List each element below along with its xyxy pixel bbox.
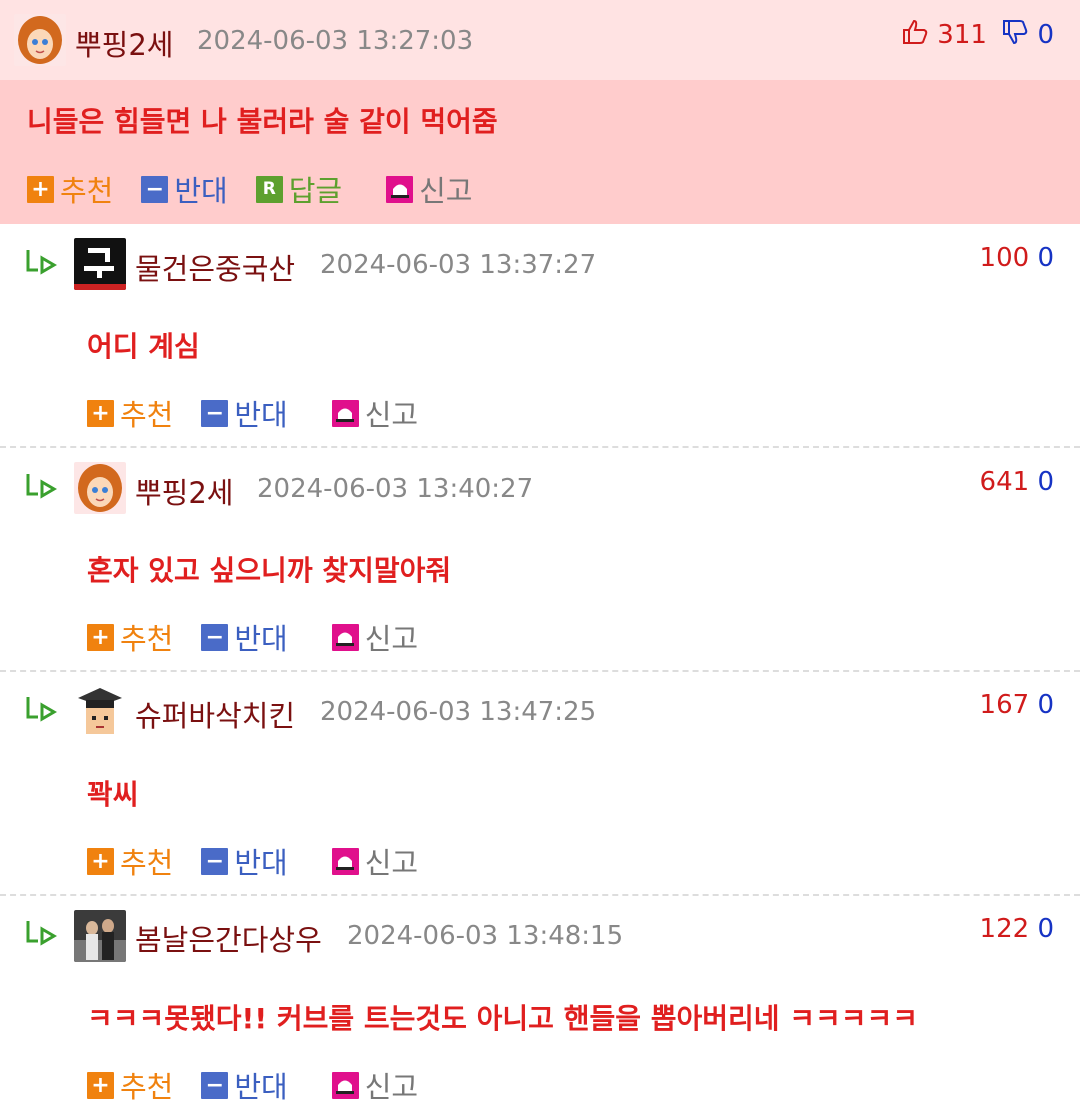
minus-icon: − (141, 175, 169, 203)
report-button[interactable]: 신고 (331, 392, 418, 434)
reply-arrow-icon (24, 248, 60, 280)
comment-text: 어디 계심 (87, 330, 200, 363)
siren-icon (331, 1071, 359, 1099)
comment-text: 꽉씨 (87, 778, 139, 811)
avatar[interactable] (74, 910, 126, 962)
recommend-button[interactable]: + 추천 (87, 616, 173, 658)
comment-date: 2024-06-03 13:47:25 (320, 697, 597, 727)
recommend-button[interactable]: + 추천 (27, 168, 113, 210)
recommend-button[interactable]: + 추천 (87, 392, 173, 434)
comment-date: 2024-06-03 13:37:27 (320, 250, 597, 280)
minus-icon: − (201, 623, 229, 651)
thumbs-up-icon[interactable] (901, 18, 929, 53)
plus-icon: + (87, 847, 114, 875)
comment-list: 뿌핑2세 2024-06-03 13:27:03 311 0 니들은 힘들면 나… (0, 0, 1080, 1117)
nickname[interactable]: 슈퍼바삭치킨 (135, 693, 295, 735)
upvote-count: 122 (979, 914, 1030, 944)
siren-icon (331, 847, 359, 875)
vote-score: 100 0 (980, 243, 1054, 273)
nickname[interactable]: 봄날은간다상우 (135, 917, 322, 959)
upvote-count: 311 (937, 20, 987, 50)
siren-icon (331, 399, 359, 427)
upvote-count: 100 (979, 243, 1030, 273)
avatar[interactable] (74, 686, 126, 738)
downvote-count: 0 (1037, 20, 1054, 50)
report-button[interactable]: 신고 (331, 840, 418, 882)
oppose-button[interactable]: − 반대 (201, 840, 288, 882)
reply-button[interactable]: R 답글 (255, 168, 342, 210)
upvote-count: 167 (979, 690, 1030, 720)
plus-icon: + (87, 623, 114, 651)
avatar[interactable] (74, 462, 126, 514)
avatar[interactable] (14, 14, 66, 66)
comment-actions: + 추천 − 반대 R 답글 신고 (27, 168, 501, 210)
report-button[interactable]: 신고 (386, 168, 473, 210)
oppose-button[interactable]: − 반대 (201, 392, 288, 434)
recommend-button[interactable]: + 추천 (87, 1064, 173, 1106)
comment-actions: + 추천 − 반대 신고 (87, 840, 446, 882)
oppose-button[interactable]: − 반대 (201, 616, 288, 658)
upvote-count: 641 (979, 467, 1030, 497)
nickname[interactable]: 뿌핑2세 (75, 22, 174, 64)
plus-icon: + (27, 175, 54, 203)
comment-date: 2024-06-03 13:27:03 (197, 26, 474, 56)
reply-r-icon: R (255, 175, 283, 203)
comment-date: 2024-06-03 13:48:15 (347, 921, 624, 951)
oppose-button[interactable]: − 반대 (141, 168, 228, 210)
comment-actions: + 추천 − 반대 신고 (87, 616, 446, 658)
downvote-count: 0 (1037, 690, 1054, 720)
downvote-count: 0 (1037, 467, 1054, 497)
reply-arrow-icon (24, 472, 60, 504)
recommend-button[interactable]: + 추천 (87, 840, 173, 882)
vote-score: 311 0 (901, 18, 1054, 53)
comment-actions: + 추천 − 반대 신고 (87, 392, 446, 434)
nickname[interactable]: 물건은중국산 (135, 246, 295, 288)
minus-icon: − (201, 1071, 229, 1099)
comment-text: 니들은 힘들면 나 불러라 술 같이 먹어줌 (27, 105, 498, 138)
siren-icon (331, 623, 359, 651)
comment-date: 2024-06-03 13:40:27 (257, 474, 534, 504)
divider (0, 446, 1080, 448)
plus-icon: + (87, 399, 114, 427)
plus-icon: + (87, 1071, 114, 1099)
downvote-count: 0 (1037, 243, 1054, 273)
divider (0, 894, 1080, 896)
avatar[interactable] (74, 238, 126, 290)
downvote-count: 0 (1037, 914, 1054, 944)
comment-text: ㅋㅋㅋ못됐다!! 커브를 트는것도 아니고 핸들을 뽑아버리네 ㅋㅋㅋㅋㅋ (87, 1002, 919, 1035)
report-button[interactable]: 신고 (331, 616, 418, 658)
vote-score: 167 0 (980, 690, 1054, 720)
minus-icon: − (201, 399, 229, 427)
nickname[interactable]: 뿌핑2세 (135, 470, 234, 512)
vote-score: 122 0 (980, 914, 1054, 944)
comment-text: 혼자 있고 싶으니까 찾지말아줘 (87, 554, 452, 587)
best-comment: 뿌핑2세 2024-06-03 13:27:03 311 0 니들은 힘들면 나… (0, 0, 1080, 224)
report-button[interactable]: 신고 (331, 1064, 418, 1106)
minus-icon: − (201, 847, 229, 875)
reply-arrow-icon (24, 919, 60, 951)
reply-arrow-icon (24, 695, 60, 727)
oppose-button[interactable]: − 반대 (201, 1064, 288, 1106)
thumbs-down-icon[interactable] (1001, 18, 1029, 53)
siren-icon (386, 175, 414, 203)
comment-actions: + 추천 − 반대 신고 (87, 1064, 446, 1106)
vote-score: 641 0 (980, 467, 1054, 497)
divider (0, 670, 1080, 672)
